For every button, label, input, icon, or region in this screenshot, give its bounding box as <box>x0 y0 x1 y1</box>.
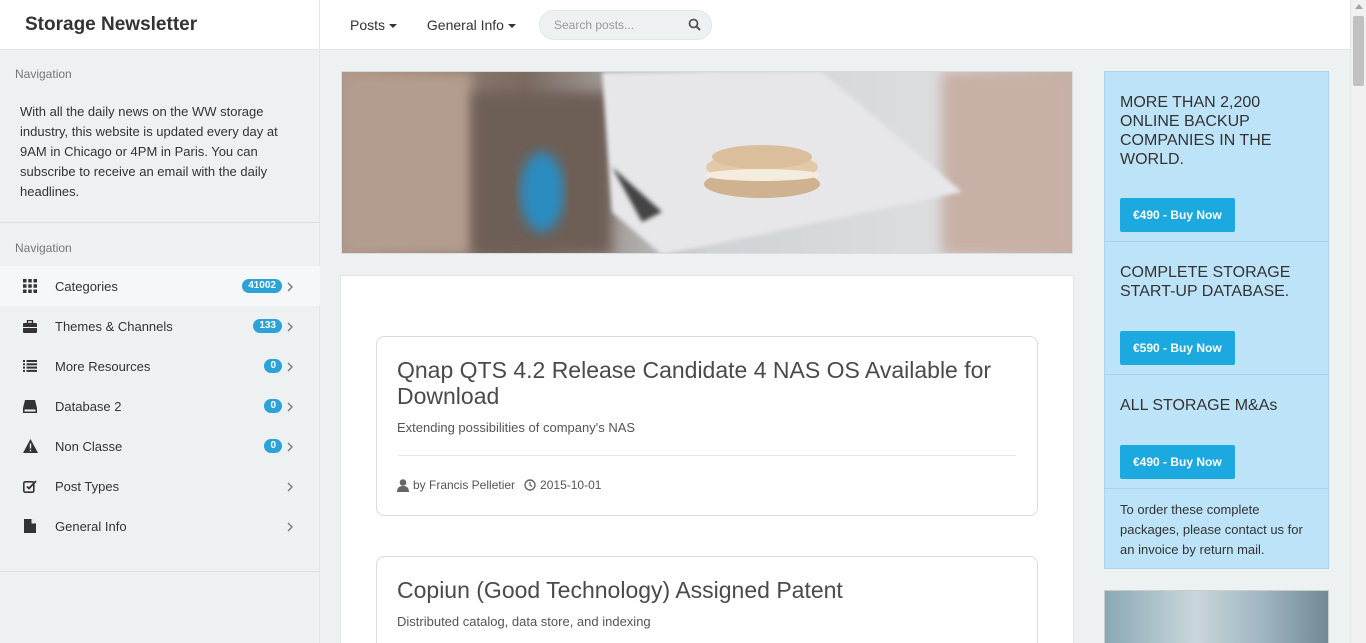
chevron-right-icon <box>287 480 293 495</box>
promo-note: To order these complete packages, please… <box>1120 502 1303 557</box>
buy-now-button[interactable]: €490 - Buy Now <box>1120 445 1235 479</box>
count-badge: 133 <box>253 319 282 333</box>
scroll-up-icon[interactable] <box>1355 4 1363 9</box>
chevron-right-icon <box>287 360 293 375</box>
post-title[interactable]: Copiun (Good Technology) Assigned Patent <box>377 557 1037 603</box>
promo-title: MORE THAN 2,200 ONLINE BACKUP COMPANIES … <box>1120 94 1272 168</box>
sidebar: Navigation With all the daily news on th… <box>0 51 320 643</box>
sidebar-heading: Navigation <box>15 67 72 81</box>
user-icon <box>397 478 409 492</box>
site-brand[interactable]: Storage Newsletter <box>0 0 320 50</box>
promo-title: ALL STORAGE M&As <box>1120 397 1278 414</box>
nav-posts-dropdown[interactable]: Posts <box>350 17 398 33</box>
promo-block: COMPLETE STORAGE START-UP DATABASE. €590… <box>1105 242 1328 375</box>
sidebar-item-themes-channels[interactable]: Themes & Channels 133 <box>0 306 320 346</box>
search-input[interactable] <box>540 11 680 39</box>
chevron-right-icon <box>287 320 293 335</box>
sidebar-item-general-info[interactable]: General Info <box>0 506 320 546</box>
header-banner-image <box>341 71 1073 254</box>
promo-block: ALL STORAGE M&As €490 - Buy Now <box>1105 375 1328 489</box>
edit-icon <box>22 478 38 494</box>
sidebar-item-more-resources[interactable]: More Resources 0 <box>0 346 320 386</box>
divider <box>0 571 320 572</box>
count-badge: 0 <box>264 399 282 413</box>
nav-general-info-label: General Info <box>426 17 504 33</box>
promo-block: MORE THAN 2,200 ONLINE BACKUP COMPANIES … <box>1105 72 1328 242</box>
clock-icon <box>524 479 536 491</box>
promo-panel: MORE THAN 2,200 ONLINE BACKUP COMPANIES … <box>1104 71 1329 569</box>
sidebar-item-database-2[interactable]: Database 2 0 <box>0 386 320 426</box>
sidebar-item-categories[interactable]: Categories 41002 <box>0 266 320 306</box>
chevron-right-icon <box>287 440 293 455</box>
post-title[interactable]: Qnap QTS 4.2 Release Candidate 4 NAS OS … <box>377 337 1037 409</box>
post-date-wrapper: 2015-10-01 <box>524 478 601 492</box>
sidebar-item-label: Post Types <box>55 478 120 494</box>
search-icon[interactable] <box>688 18 701 36</box>
grid-icon <box>22 278 38 294</box>
scrollbar-thumb[interactable] <box>1353 16 1364 86</box>
drive-icon <box>22 398 38 414</box>
nav-posts-label: Posts <box>350 17 386 33</box>
promo-image <box>1104 590 1329 643</box>
chevron-right-icon <box>287 520 293 535</box>
count-badge: 0 <box>264 359 282 373</box>
sidebar-heading: Navigation <box>15 241 72 255</box>
buy-now-button[interactable]: €590 - Buy Now <box>1120 331 1235 365</box>
sidebar-nav-list: Categories 41002 Themes & Channels 133 M… <box>0 266 320 546</box>
post-subtitle: Extending possibilities of company's NAS <box>397 420 636 435</box>
sidebar-item-label: General Info <box>55 518 127 534</box>
post-card[interactable]: Qnap QTS 4.2 Release Candidate 4 NAS OS … <box>376 336 1038 516</box>
count-badge: 0 <box>264 439 282 453</box>
post-date: 2015-10-01 <box>540 478 602 492</box>
nav-general-info-dropdown[interactable]: General Info <box>427 17 516 33</box>
post-subtitle: Distributed catalog, data store, and ind… <box>397 614 651 629</box>
buy-now-button[interactable]: €490 - Buy Now <box>1120 198 1235 232</box>
warning-icon <box>22 438 38 454</box>
post-author[interactable]: by Francis Pelletier <box>413 478 515 492</box>
chevron-right-icon <box>287 400 293 415</box>
list-icon <box>22 358 38 374</box>
caret-down-icon <box>389 24 398 29</box>
post-card[interactable]: Copiun (Good Technology) Assigned Patent… <box>376 556 1038 643</box>
sidebar-item-non-classe[interactable]: Non Classe 0 <box>0 426 320 466</box>
sidebar-item-post-types[interactable]: Post Types <box>0 466 320 506</box>
chevron-right-icon <box>287 280 293 295</box>
briefcase-icon <box>22 318 38 334</box>
top-navbar: Storage Newsletter Posts General Info <box>0 0 1350 50</box>
divider <box>0 222 320 223</box>
file-icon <box>22 518 38 534</box>
page-scrollbar[interactable] <box>1350 0 1366 643</box>
search-box <box>539 10 712 40</box>
caret-down-icon <box>507 24 516 29</box>
post-meta: by Francis Pelletier 2015-10-01 <box>377 456 1037 492</box>
sidebar-description: With all the daily news on the WW storag… <box>20 104 278 199</box>
count-badge: 41002 <box>242 279 282 293</box>
top-nav: Posts General Info <box>350 17 542 33</box>
promo-title: COMPLETE STORAGE START-UP DATABASE. <box>1120 264 1291 300</box>
